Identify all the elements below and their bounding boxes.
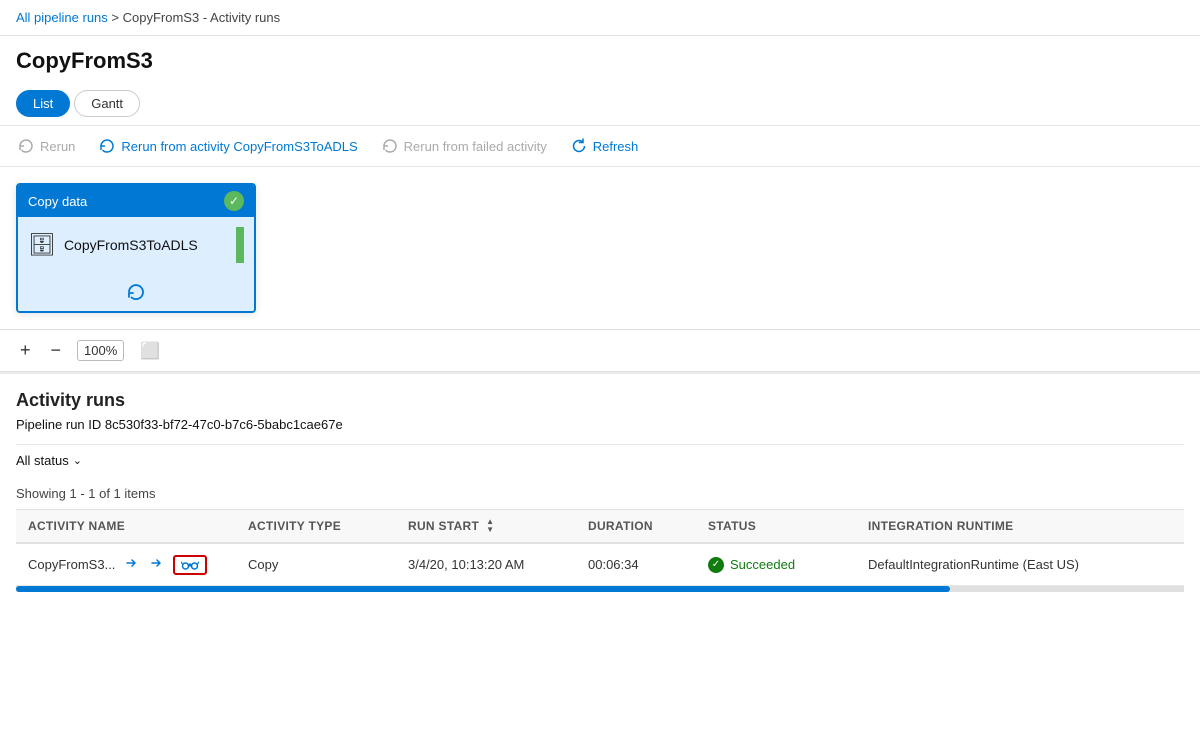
scrollbar-thumb — [16, 586, 950, 592]
zoom-100-button[interactable]: 100% — [77, 340, 124, 361]
filter-label: All status — [16, 453, 69, 468]
table-header: ACTIVITY NAME ACTIVITY TYPE RUN START ▲▼… — [16, 510, 1184, 544]
activity-output-button[interactable] — [147, 554, 167, 575]
horizontal-scrollbar[interactable] — [16, 586, 1184, 592]
zoom-out-button[interactable]: − — [47, 338, 66, 363]
status-text: Succeeded — [730, 557, 795, 572]
breadcrumb: All pipeline runs > CopyFromS3 - Activit… — [0, 0, 1200, 36]
col-header-duration: DURATION — [588, 518, 708, 534]
col-header-status: STATUS — [708, 518, 868, 534]
activity-card-title: Copy data — [28, 194, 87, 209]
rerun-from-activity-icon — [99, 138, 115, 154]
breadcrumb-current: CopyFromS3 - Activity runs — [123, 10, 281, 25]
table-row: CopyFromS3... — [16, 544, 1184, 586]
activity-card-footer — [18, 273, 254, 311]
cell-duration: 00:06:34 — [588, 557, 708, 572]
activity-card-body: 🗄 CopyFromS3ToADLS — [18, 217, 254, 273]
rerun-from-failed-icon — [382, 138, 398, 154]
zoom-in-button[interactable]: + — [16, 338, 35, 363]
database-icon: 🗄 — [28, 232, 56, 258]
pipeline-run-id: Pipeline run ID 8c530f33-bf72-47c0-b7c6-… — [16, 417, 1184, 432]
cell-activity-type: Copy — [248, 557, 408, 572]
arrow-right-icon — [124, 556, 138, 570]
activity-runs-section: Activity runs Pipeline run ID 8c530f33-b… — [0, 374, 1200, 608]
activity-card[interactable]: Copy data ✓ 🗄 CopyFromS3ToADLS — [16, 183, 256, 313]
page-title: CopyFromS3 — [16, 48, 1184, 74]
all-pipeline-runs-link[interactable]: All pipeline runs — [16, 10, 108, 25]
toolbar: Rerun Rerun from activity CopyFromS3ToAD… — [0, 125, 1200, 167]
section-divider — [0, 372, 1200, 374]
tab-gantt[interactable]: Gantt — [74, 90, 140, 117]
canvas-area: Copy data ✓ 🗄 CopyFromS3ToADLS — [0, 167, 1200, 330]
refresh-icon — [571, 138, 587, 154]
activity-card-header: Copy data ✓ — [18, 185, 254, 217]
rerun-from-activity-button[interactable]: Rerun from activity CopyFromS3ToADLS — [97, 134, 359, 158]
refresh-button[interactable]: Refresh — [569, 134, 641, 158]
section-title: Activity runs — [16, 390, 1184, 411]
output-arrow-icon — [150, 556, 164, 570]
zoom-controls: + − 100% ⬜ — [0, 330, 1200, 372]
activity-status-bar — [236, 227, 244, 263]
tab-list[interactable]: List — [16, 90, 70, 117]
pipeline-run-id-label: Pipeline run ID — [16, 417, 101, 432]
cell-activity-name: CopyFromS3... — [28, 554, 248, 575]
col-header-integration-runtime: INTEGRATION RUNTIME — [868, 518, 1172, 534]
activity-refresh-icon — [125, 281, 147, 303]
activity-card-status-icon: ✓ — [224, 191, 244, 211]
page-header: CopyFromS3 — [0, 36, 1200, 82]
rerun-from-failed-button[interactable]: Rerun from failed activity — [380, 134, 549, 158]
breadcrumb-separator: > — [111, 10, 122, 25]
col-header-activity-type: ACTIVITY TYPE — [248, 518, 408, 534]
sort-icon: ▲▼ — [486, 518, 494, 534]
glasses-icon — [181, 559, 199, 571]
zoom-fit-button[interactable]: ⬜ — [136, 339, 164, 363]
cell-status: ✓ Succeeded — [708, 557, 868, 573]
tab-bar: List Gantt — [0, 82, 1200, 125]
status-filter-dropdown[interactable]: All status ⌄ — [16, 453, 82, 468]
rerun-icon — [18, 138, 34, 154]
activity-runs-table: ACTIVITY NAME ACTIVITY TYPE RUN START ▲▼… — [16, 509, 1184, 586]
cell-run-start: 3/4/20, 10:13:20 AM — [408, 557, 588, 572]
pipeline-run-id-value: 8c530f33-bf72-47c0-b7c6-5babc1cae67e — [105, 417, 343, 432]
chevron-down-icon: ⌄ — [73, 454, 82, 467]
status-success-icon: ✓ — [708, 557, 724, 573]
col-header-activity-name: ACTIVITY NAME — [28, 518, 248, 534]
cell-integration-runtime: DefaultIntegrationRuntime (East US) — [868, 557, 1172, 572]
activity-link-button[interactable] — [121, 554, 141, 575]
showing-count: Showing 1 - 1 of 1 items — [16, 482, 1184, 509]
activity-card-name: CopyFromS3ToADLS — [64, 237, 198, 253]
activity-details-button[interactable] — [173, 555, 207, 575]
filter-bar: All status ⌄ — [16, 444, 1184, 476]
rerun-button[interactable]: Rerun — [16, 134, 77, 158]
col-header-run-start: RUN START ▲▼ — [408, 518, 588, 534]
activity-name-text: CopyFromS3... — [28, 557, 115, 572]
